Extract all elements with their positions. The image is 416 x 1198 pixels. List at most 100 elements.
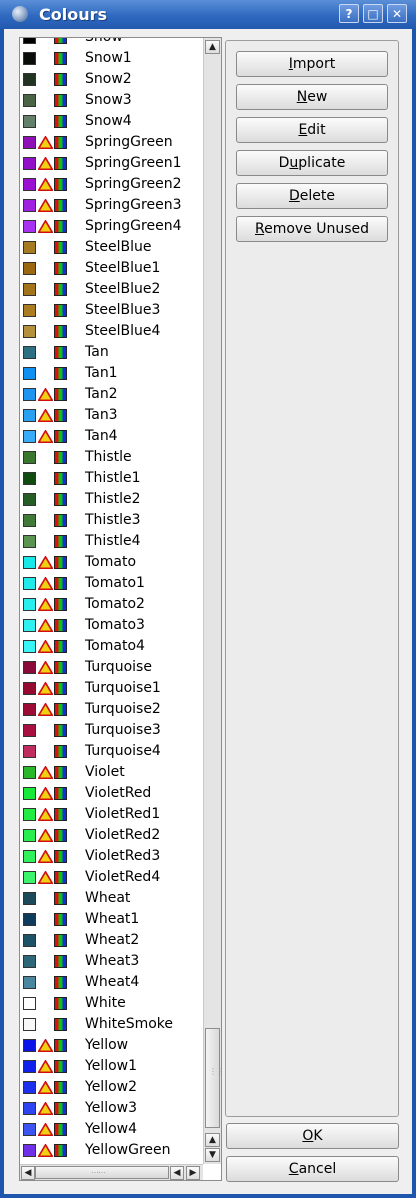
colour-list-item[interactable]: Yellow1: [20, 1057, 203, 1078]
grip-icon: ⋯⋯: [91, 1168, 106, 1177]
colour-list-item[interactable]: SteelBlue: [20, 238, 203, 259]
colour-list-item[interactable]: Tan1: [20, 364, 203, 385]
colour-list-item[interactable]: SpringGreen4: [20, 217, 203, 238]
colour-name: VioletRed1: [85, 806, 161, 822]
colour-list-item[interactable]: YellowGreen: [20, 1141, 203, 1162]
colour-list-item[interactable]: Yellow4: [20, 1120, 203, 1141]
colour-list-item[interactable]: Snow1: [20, 49, 203, 70]
colour-list-item[interactable]: SteelBlue1: [20, 259, 203, 280]
scroll-left-arrow-icon[interactable]: ◀: [21, 1166, 35, 1180]
colour-list-item[interactable]: Tan3: [20, 406, 203, 427]
colour-list-item[interactable]: SpringGreen1: [20, 154, 203, 175]
colour-swatch: [23, 73, 36, 86]
colour-list-item[interactable]: Tomato3: [20, 616, 203, 637]
colour-list-item[interactable]: Snow4: [20, 112, 203, 133]
help-button[interactable]: ?: [339, 4, 359, 23]
rgb-colour-model-icon: [54, 1039, 67, 1052]
scroll-down-arrow-icon[interactable]: ▼: [205, 1148, 220, 1162]
rgb-colour-model-icon: [54, 283, 67, 296]
colour-swatch: [23, 787, 36, 800]
colour-swatch: [23, 115, 36, 128]
horizontal-scrollbar[interactable]: ◀ ⋯⋯ ◀ ▶: [20, 1164, 203, 1180]
horizontal-scroll-thumb[interactable]: ⋯⋯: [35, 1166, 169, 1179]
colour-list-item[interactable]: Snow2: [20, 70, 203, 91]
import-button[interactable]: Import: [236, 51, 388, 77]
colour-list-item[interactable]: Violet: [20, 763, 203, 784]
colour-name: Wheat: [85, 890, 131, 906]
colour-list-item[interactable]: Tomato: [20, 553, 203, 574]
colour-list-item[interactable]: Yellow: [20, 1036, 203, 1057]
vertical-scroll-thumb[interactable]: ⋮⋮⋮: [205, 1028, 231, 1128]
colour-list-item[interactable]: Wheat1: [20, 910, 203, 931]
colour-list-item[interactable]: Tan2: [20, 385, 203, 406]
rgb-colour-model-icon: [54, 1123, 67, 1136]
close-button[interactable]: ✕: [387, 4, 407, 23]
colour-list-item[interactable]: VioletRed3: [20, 847, 203, 868]
colour-list-item[interactable]: Wheat4: [20, 973, 203, 994]
colour-name: Snow3: [85, 92, 132, 108]
colour-list-item[interactable]: Tan4: [20, 427, 203, 448]
colour-list-item[interactable]: Turquoise: [20, 658, 203, 679]
colour-list-item[interactable]: SteelBlue4: [20, 322, 203, 343]
colour-name: Tan1: [85, 365, 118, 381]
colour-list-item[interactable]: Turquoise1: [20, 679, 203, 700]
colour-list-item[interactable]: SpringGreen: [20, 133, 203, 154]
colour-list-item[interactable]: Wheat: [20, 889, 203, 910]
colour-list-item[interactable]: Snow: [20, 38, 203, 49]
ok-button[interactable]: OK: [226, 1123, 399, 1149]
colour-name: White: [85, 995, 126, 1011]
colour-swatch: [23, 1039, 36, 1052]
app-menu-icon[interactable]: [12, 6, 28, 22]
colour-list-item[interactable]: VioletRed: [20, 784, 203, 805]
colour-list-item[interactable]: Thistle1: [20, 469, 203, 490]
colour-list-item[interactable]: Thistle3: [20, 511, 203, 532]
colour-list-item[interactable]: Yellow3: [20, 1099, 203, 1120]
colour-list-item[interactable]: WhiteSmoke: [20, 1015, 203, 1036]
colour-list-item[interactable]: Wheat3: [20, 952, 203, 973]
colour-list-item[interactable]: White: [20, 994, 203, 1015]
colour-list-item[interactable]: VioletRed1: [20, 805, 203, 826]
colour-list-item[interactable]: Tomato4: [20, 637, 203, 658]
colour-list-item[interactable]: Tomato1: [20, 574, 203, 595]
colour-list-item[interactable]: SteelBlue3: [20, 301, 203, 322]
colour-list-item[interactable]: Tomato2: [20, 595, 203, 616]
colour-swatch: [23, 388, 36, 401]
vertical-scrollbar[interactable]: ▲ ⋮⋮⋮ ▲ ▼: [203, 38, 231, 1164]
colour-list-item[interactable]: Thistle: [20, 448, 203, 469]
maximize-button[interactable]: □: [363, 4, 383, 23]
duplicate-button[interactable]: Duplicate: [236, 150, 388, 176]
colour-list[interactable]: Snow Snow1 Snow2 Snow3 Snow4 SpringGreen Sprin…: [19, 37, 231, 1181]
colour-list-item[interactable]: VioletRed4: [20, 868, 203, 889]
scroll-up-arrow-icon[interactable]: ▲: [205, 40, 220, 54]
rgb-colour-model-icon: [54, 157, 67, 170]
colour-name: Tan4: [85, 428, 118, 444]
scroll-left-arrow-icon[interactable]: ◀: [170, 1166, 184, 1180]
scroll-right-arrow-icon[interactable]: ▶: [186, 1166, 200, 1180]
colour-list-item[interactable]: Tan: [20, 343, 203, 364]
colour-name: Thistle4: [85, 533, 141, 549]
colour-list-item[interactable]: Wheat2: [20, 931, 203, 952]
new-button[interactable]: New: [236, 84, 388, 110]
colour-list-item[interactable]: SpringGreen2: [20, 175, 203, 196]
colour-list-item[interactable]: Snow3: [20, 91, 203, 112]
title-bar[interactable]: Colours ? □ ✕: [0, 0, 416, 29]
colour-list-item[interactable]: SteelBlue2: [20, 280, 203, 301]
rgb-colour-model-icon: [54, 535, 67, 548]
rgb-colour-model-icon: [54, 220, 67, 233]
colour-swatch: [23, 283, 36, 296]
colour-list-item[interactable]: SpringGreen3: [20, 196, 203, 217]
edit-button[interactable]: Edit: [236, 117, 388, 143]
colour-list-item[interactable]: Turquoise4: [20, 742, 203, 763]
out-of-gamut-warning-icon: [38, 409, 53, 422]
cancel-button[interactable]: Cancel: [226, 1156, 399, 1182]
colour-list-item[interactable]: Yellow2: [20, 1078, 203, 1099]
remove-unused-button[interactable]: Remove Unused: [236, 216, 388, 242]
colour-list-item[interactable]: Thistle2: [20, 490, 203, 511]
colour-list-item[interactable]: VioletRed2: [20, 826, 203, 847]
colour-name: Thistle3: [85, 512, 141, 528]
scroll-up-arrow-icon[interactable]: ▲: [205, 1133, 220, 1147]
colour-list-item[interactable]: Turquoise3: [20, 721, 203, 742]
delete-button[interactable]: Delete: [236, 183, 388, 209]
colour-list-item[interactable]: Thistle4: [20, 532, 203, 553]
colour-list-item[interactable]: Turquoise2: [20, 700, 203, 721]
